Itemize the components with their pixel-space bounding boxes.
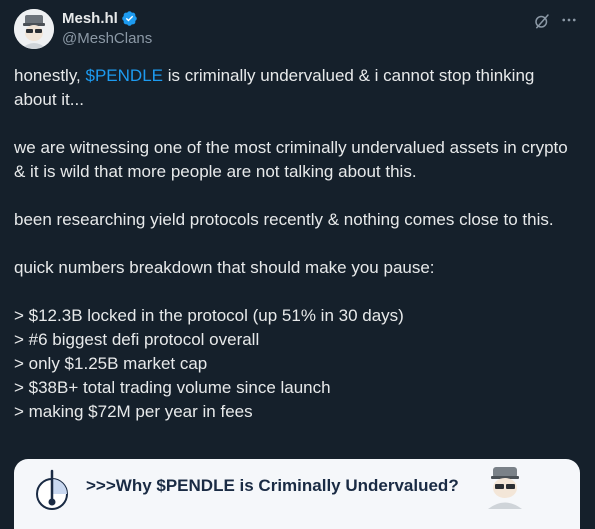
cashtag-link[interactable]: $PENDLE	[86, 66, 163, 85]
author-display-name[interactable]: Mesh.hl	[62, 10, 118, 27]
bullet-line: > #6 biggest defi protocol overall	[14, 330, 260, 349]
bullet-line: > only $1.25B market cap	[14, 354, 208, 373]
tweet-paragraph-3: been researching yield protocols recentl…	[14, 210, 554, 229]
author-handle[interactable]: @MeshClans	[62, 30, 152, 47]
bullet-line: > $38B+ total trading volume since launc…	[14, 378, 331, 397]
tweet-paragraph-2: we are witnessing one of the most crimin…	[14, 138, 568, 181]
bullet-line: > $12.3B locked in the protocol (up 51% …	[14, 306, 404, 325]
bullet-line: > making $72M per year in fees	[14, 402, 253, 421]
link-preview-card[interactable]: >>>Why $PENDLE is Criminally Undervalued…	[14, 459, 580, 529]
verified-badge-icon	[122, 11, 137, 26]
grok-icon[interactable]	[533, 12, 551, 30]
author-avatar[interactable]	[14, 9, 54, 49]
pendle-logo-icon	[36, 469, 68, 510]
tweet-header: Mesh.hl @MeshClans	[14, 9, 581, 49]
cartoon-avatar-icon	[488, 467, 522, 509]
tweet-paragraph-4: quick numbers breakdown that should make…	[14, 258, 435, 277]
tweet-text: honestly, $PENDLE is criminally underval…	[14, 64, 579, 424]
cartoon-avatar-icon	[14, 9, 54, 49]
more-horizontal-icon[interactable]	[560, 11, 578, 29]
text-segment: honestly,	[14, 66, 86, 85]
card-title[interactable]: >>>Why $PENDLE is Criminally Undervalued…	[86, 476, 459, 496]
tweet-paragraph-1: honestly, $PENDLE is criminally underval…	[14, 64, 579, 112]
